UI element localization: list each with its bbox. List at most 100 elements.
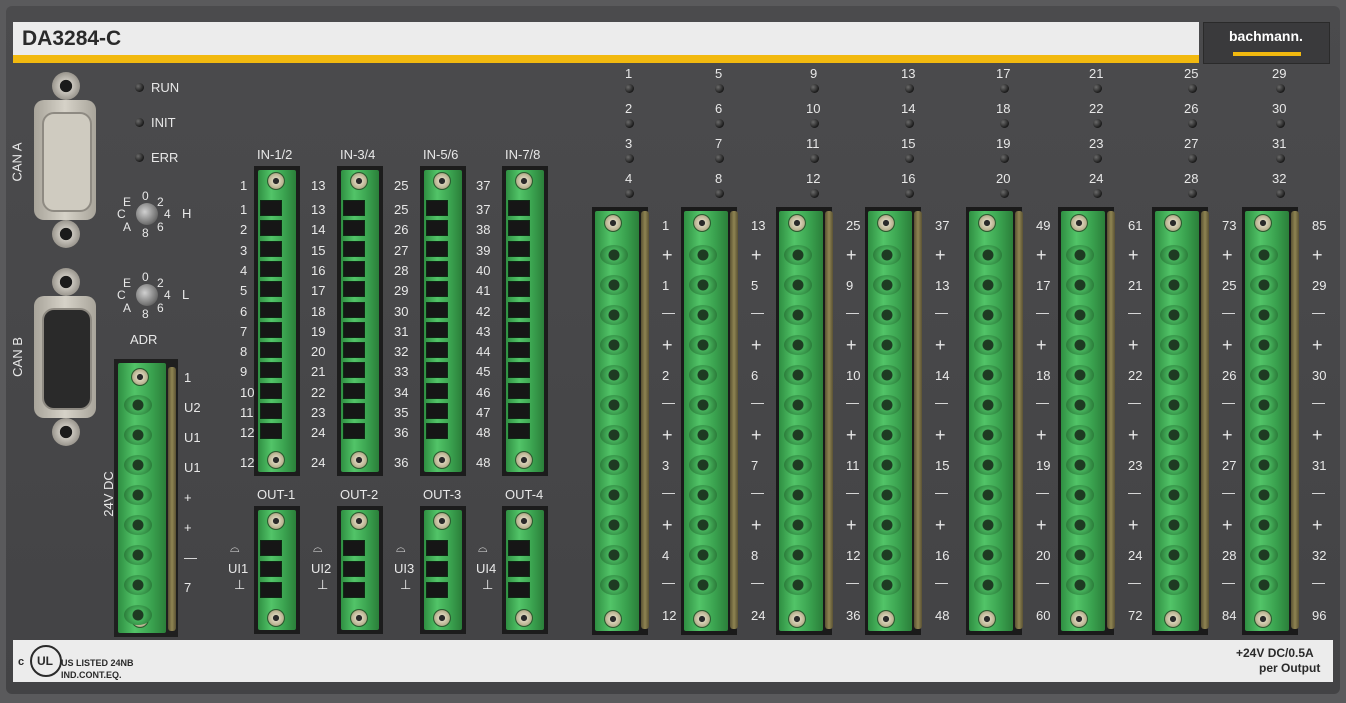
output-terminal-pin[interactable] xyxy=(873,245,901,265)
input-pin[interactable] xyxy=(343,240,365,257)
input-pin[interactable] xyxy=(426,301,448,318)
output-terminal-pin[interactable] xyxy=(873,515,901,535)
power-pin[interactable] xyxy=(124,515,152,535)
terminal-screw[interactable] xyxy=(1254,214,1272,232)
output-terminal-pin[interactable] xyxy=(974,365,1002,385)
output-terminal-pin[interactable] xyxy=(784,335,812,355)
output-terminal-pin[interactable] xyxy=(1250,395,1278,415)
output-terminal-pin[interactable] xyxy=(1066,515,1094,535)
output-terminal-pin[interactable] xyxy=(873,305,901,325)
output-terminal-pin[interactable] xyxy=(1160,305,1188,325)
terminal-screw[interactable] xyxy=(978,214,996,232)
output-terminal-pin[interactable] xyxy=(1160,425,1188,445)
input-pin[interactable] xyxy=(426,200,448,216)
input-pin[interactable] xyxy=(260,301,282,318)
power-pin[interactable] xyxy=(124,575,152,595)
input-pin[interactable] xyxy=(426,260,448,277)
terminal-screw[interactable] xyxy=(515,451,533,469)
output-terminal-pin[interactable] xyxy=(1160,275,1188,295)
input-pin[interactable] xyxy=(426,240,448,257)
output-terminal-pin[interactable] xyxy=(784,365,812,385)
output-terminal-pin[interactable] xyxy=(689,275,717,295)
terminal-screw[interactable] xyxy=(515,172,533,190)
input-pin[interactable] xyxy=(508,342,530,359)
output-terminal-pin[interactable] xyxy=(689,305,717,325)
output-terminal-pin[interactable] xyxy=(873,575,901,595)
terminal-screw[interactable] xyxy=(433,512,451,530)
output-terminal-pin[interactable] xyxy=(1250,455,1278,475)
output-terminal-pin[interactable] xyxy=(600,245,628,265)
output-terminal-pin[interactable] xyxy=(1160,575,1188,595)
output-terminal-pin[interactable] xyxy=(1250,425,1278,445)
output-terminal-pin[interactable] xyxy=(974,575,1002,595)
input-pin[interactable] xyxy=(508,200,530,216)
power-pin[interactable] xyxy=(124,545,152,565)
input-pin[interactable] xyxy=(426,362,448,379)
terminal-screw[interactable] xyxy=(1254,610,1272,628)
output-terminal-pin[interactable] xyxy=(1160,515,1188,535)
rotary-switch-knob[interactable] xyxy=(136,284,158,306)
input-pin[interactable] xyxy=(260,362,282,379)
output-terminal-pin[interactable] xyxy=(974,305,1002,325)
terminal-screw[interactable] xyxy=(267,172,285,190)
output-terminal-pin[interactable] xyxy=(1160,365,1188,385)
output-terminal-pin[interactable] xyxy=(1066,275,1094,295)
output-terminal-pin[interactable] xyxy=(1160,245,1188,265)
terminal-screw[interactable] xyxy=(515,609,533,627)
output-terminal-pin[interactable] xyxy=(689,245,717,265)
output-terminal-pin[interactable] xyxy=(974,275,1002,295)
terminal-screw[interactable] xyxy=(515,512,533,530)
power-pin[interactable] xyxy=(124,395,152,415)
input-pin[interactable] xyxy=(508,423,530,440)
terminal-screw[interactable] xyxy=(433,172,451,190)
rotary-switch-knob[interactable] xyxy=(136,203,158,225)
terminal-screw[interactable] xyxy=(877,214,895,232)
output-terminal-pin[interactable] xyxy=(1250,365,1278,385)
output-terminal-pin[interactable] xyxy=(784,395,812,415)
input-pin[interactable] xyxy=(426,382,448,399)
output-terminal-pin[interactable] xyxy=(784,305,812,325)
output-terminal-pin[interactable] xyxy=(784,485,812,505)
terminal-screw[interactable] xyxy=(433,609,451,627)
output-terminal-pin[interactable] xyxy=(873,455,901,475)
output-terminal-pin[interactable] xyxy=(600,425,628,445)
terminal-screw[interactable] xyxy=(877,610,895,628)
output-pin[interactable] xyxy=(343,582,365,598)
input-pin[interactable] xyxy=(260,200,282,216)
output-terminal-pin[interactable] xyxy=(873,365,901,385)
output-terminal-pin[interactable] xyxy=(784,515,812,535)
terminal-screw[interactable] xyxy=(267,609,285,627)
output-terminal-pin[interactable] xyxy=(600,305,628,325)
output-pin[interactable] xyxy=(260,540,282,556)
terminal-screw[interactable] xyxy=(350,512,368,530)
output-terminal-pin[interactable] xyxy=(784,275,812,295)
output-terminal-pin[interactable] xyxy=(974,455,1002,475)
output-terminal-pin[interactable] xyxy=(600,365,628,385)
terminal-screw[interactable] xyxy=(604,610,622,628)
input-pin[interactable] xyxy=(343,220,365,237)
input-pin[interactable] xyxy=(508,240,530,257)
output-terminal-pin[interactable] xyxy=(1066,455,1094,475)
input-pin[interactable] xyxy=(426,220,448,237)
output-terminal-pin[interactable] xyxy=(689,425,717,445)
output-terminal-pin[interactable] xyxy=(873,485,901,505)
input-pin[interactable] xyxy=(508,403,530,419)
output-terminal-pin[interactable] xyxy=(1160,455,1188,475)
output-terminal-pin[interactable] xyxy=(1160,395,1188,415)
output-pin[interactable] xyxy=(426,561,448,577)
terminal-screw[interactable] xyxy=(1164,610,1182,628)
input-pin[interactable] xyxy=(426,281,448,298)
output-pin[interactable] xyxy=(508,540,530,556)
power-pin[interactable] xyxy=(124,485,152,505)
output-terminal-pin[interactable] xyxy=(1066,245,1094,265)
output-terminal-pin[interactable] xyxy=(1250,575,1278,595)
power-pin[interactable] xyxy=(124,455,152,475)
input-pin[interactable] xyxy=(508,301,530,318)
output-terminal-pin[interactable] xyxy=(600,485,628,505)
input-pin[interactable] xyxy=(508,321,530,338)
output-terminal-pin[interactable] xyxy=(1066,335,1094,355)
output-terminal-pin[interactable] xyxy=(1250,515,1278,535)
input-pin[interactable] xyxy=(343,403,365,419)
terminal-screw[interactable] xyxy=(267,512,285,530)
input-pin[interactable] xyxy=(343,200,365,216)
